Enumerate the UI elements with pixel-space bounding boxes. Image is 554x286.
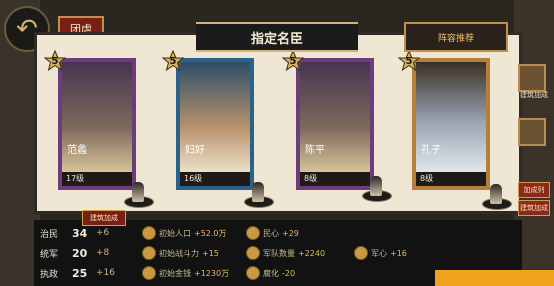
effect-value: +52.0万	[194, 228, 227, 238]
minister-figurine[interactable]	[482, 178, 512, 210]
confirm-bar[interactable]	[435, 270, 554, 286]
minister-name: 妇好	[185, 145, 205, 156]
effect-name: 民心	[263, 228, 279, 238]
effect-name: 初始金钱	[159, 268, 191, 278]
minister-figurine[interactable]	[124, 176, 154, 208]
right-panel-button[interactable]: 加成列	[518, 182, 550, 198]
effect-name: 军队数量	[263, 248, 295, 258]
star-rank-value: 5	[169, 55, 177, 67]
stat-value: 25	[72, 266, 88, 280]
minister-name: 陈平	[305, 145, 325, 156]
building-bonus-ribbon: 建筑加成	[82, 210, 126, 226]
minister-level: 17级	[62, 172, 132, 186]
minister-name: 范蠡	[67, 145, 87, 156]
stat-label: 执政	[40, 269, 59, 280]
stat-increase: +16	[96, 268, 115, 278]
minister-name: 孔子	[421, 145, 441, 156]
stat-label: 治民	[40, 229, 59, 240]
panel-title: 指定名臣	[196, 22, 358, 52]
stat-value: 20	[72, 246, 88, 260]
effect-chip: 民心 +29	[246, 226, 299, 240]
stat-increase: +6	[96, 228, 110, 238]
effect-chip: 初始金钱 +1230万	[142, 266, 229, 280]
stat-label: 统军	[40, 249, 59, 260]
minister-card[interactable]: 孔子 8级	[412, 58, 490, 190]
minister-level: 8级	[300, 172, 370, 186]
effect-value: +15	[202, 248, 219, 258]
lineup-recommend-button[interactable]: 阵容推荐	[404, 22, 508, 52]
building-icon[interactable]	[518, 64, 546, 92]
effect-value: +29	[282, 228, 299, 238]
star-rank-icon: 5	[44, 50, 66, 72]
building-icon[interactable]	[518, 118, 546, 146]
right-panel-label: 建筑加成	[520, 91, 548, 99]
effect-name: 初始人口	[159, 228, 191, 238]
stat-row: 治民 34 +6 初始人口 +52.0万 民心 +29	[34, 223, 522, 243]
minister-level: 8级	[416, 172, 486, 186]
star-rank-icon: 5	[398, 50, 420, 72]
effect-icon	[142, 246, 156, 260]
effect-chip: 军心 +16	[354, 246, 407, 260]
effect-icon	[354, 246, 368, 260]
effect-icon	[246, 246, 260, 260]
effect-chip: 军队数量 +2240	[246, 246, 325, 260]
effect-icon	[246, 266, 260, 280]
effect-chip: 腐化 -20	[246, 266, 295, 280]
stat-increase: +8	[96, 248, 110, 258]
minister-level: 16级	[180, 172, 250, 186]
effect-icon	[142, 266, 156, 280]
effect-value: +1230万	[194, 268, 230, 278]
star-rank-icon: 5	[162, 50, 184, 72]
effect-chip: 初始人口 +52.0万	[142, 226, 227, 240]
minister-figurine[interactable]	[362, 170, 392, 202]
effect-name: 军心	[371, 248, 387, 258]
star-rank-value: 5	[289, 55, 297, 67]
effect-name: 腐化	[263, 268, 279, 278]
minister-card[interactable]: 范蠡 17级	[58, 58, 136, 190]
stat-value: 34	[72, 226, 88, 240]
minister-card[interactable]: 妇好 16级	[176, 58, 254, 190]
stat-row: 统军 20 +8 初始战斗力 +15 军队数量 +2240 军心 +16	[34, 243, 522, 263]
effect-chip: 初始战斗力 +15	[142, 246, 219, 260]
effect-icon	[246, 226, 260, 240]
star-rank-value: 5	[405, 55, 413, 67]
right-panel-button[interactable]: 建筑加成	[518, 200, 550, 216]
effect-value: +2240	[298, 248, 326, 258]
star-rank-value: 5	[51, 55, 59, 67]
effect-value: +16	[390, 248, 407, 258]
star-rank-icon: 5	[282, 50, 304, 72]
effect-value: -20	[282, 268, 296, 278]
effect-icon	[142, 226, 156, 240]
minister-figurine[interactable]	[244, 176, 274, 208]
effect-name: 初始战斗力	[159, 248, 199, 258]
